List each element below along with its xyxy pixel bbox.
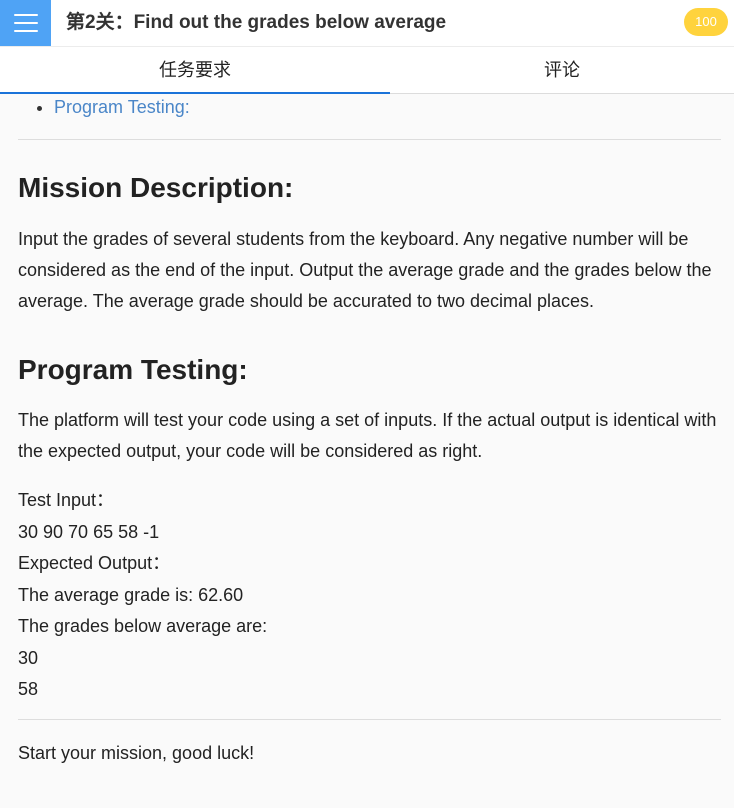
hamburger-icon	[13, 30, 38, 32]
test-input-value: 30 90 70 65 58 -1	[18, 521, 160, 542]
closing-message: Start your mission, good luck!	[18, 742, 255, 763]
test-block: Test Input： 30 90 70 65 58 -1 Expected O…	[18, 485, 721, 706]
testing-description: The platform will test your code using a…	[18, 410, 717, 461]
toc-item: Program Testing:	[54, 94, 721, 120]
expected-output-label: Expected Output：	[18, 553, 171, 573]
toc-link-program-testing[interactable]: Program Testing:	[54, 97, 190, 117]
divider	[18, 718, 721, 720]
score-badge: 100	[684, 8, 728, 36]
page-title: 第2关：Find out the grades below average	[66, 12, 447, 33]
tab-task-requirements[interactable]: 任务要求	[0, 47, 390, 93]
expected-output-line: 58	[18, 679, 39, 699]
header-bar: 第2关：Find out the grades below average 10…	[0, 0, 734, 47]
test-input-label: Test Input：	[18, 490, 115, 510]
tab-comments[interactable]: 评论	[390, 47, 734, 93]
table-of-contents: Program Testing:	[18, 94, 721, 120]
tab-bar: 任务要求 评论	[0, 47, 734, 94]
divider	[18, 139, 721, 140]
mission-heading: Mission Description:	[18, 172, 294, 203]
expected-output-line: 30	[18, 647, 39, 668]
expected-output-line: The grades below average are:	[18, 616, 268, 636]
menu-button[interactable]	[0, 0, 51, 46]
hamburger-icon	[13, 22, 38, 24]
testing-heading: Program Testing:	[18, 354, 248, 385]
expected-output-line: The average grade is: 62.60	[18, 584, 244, 605]
hamburger-icon	[13, 14, 38, 16]
task-content: Program Testing: Mission Description: In…	[18, 94, 721, 769]
mission-description: Input the grades of several students fro…	[18, 229, 712, 311]
